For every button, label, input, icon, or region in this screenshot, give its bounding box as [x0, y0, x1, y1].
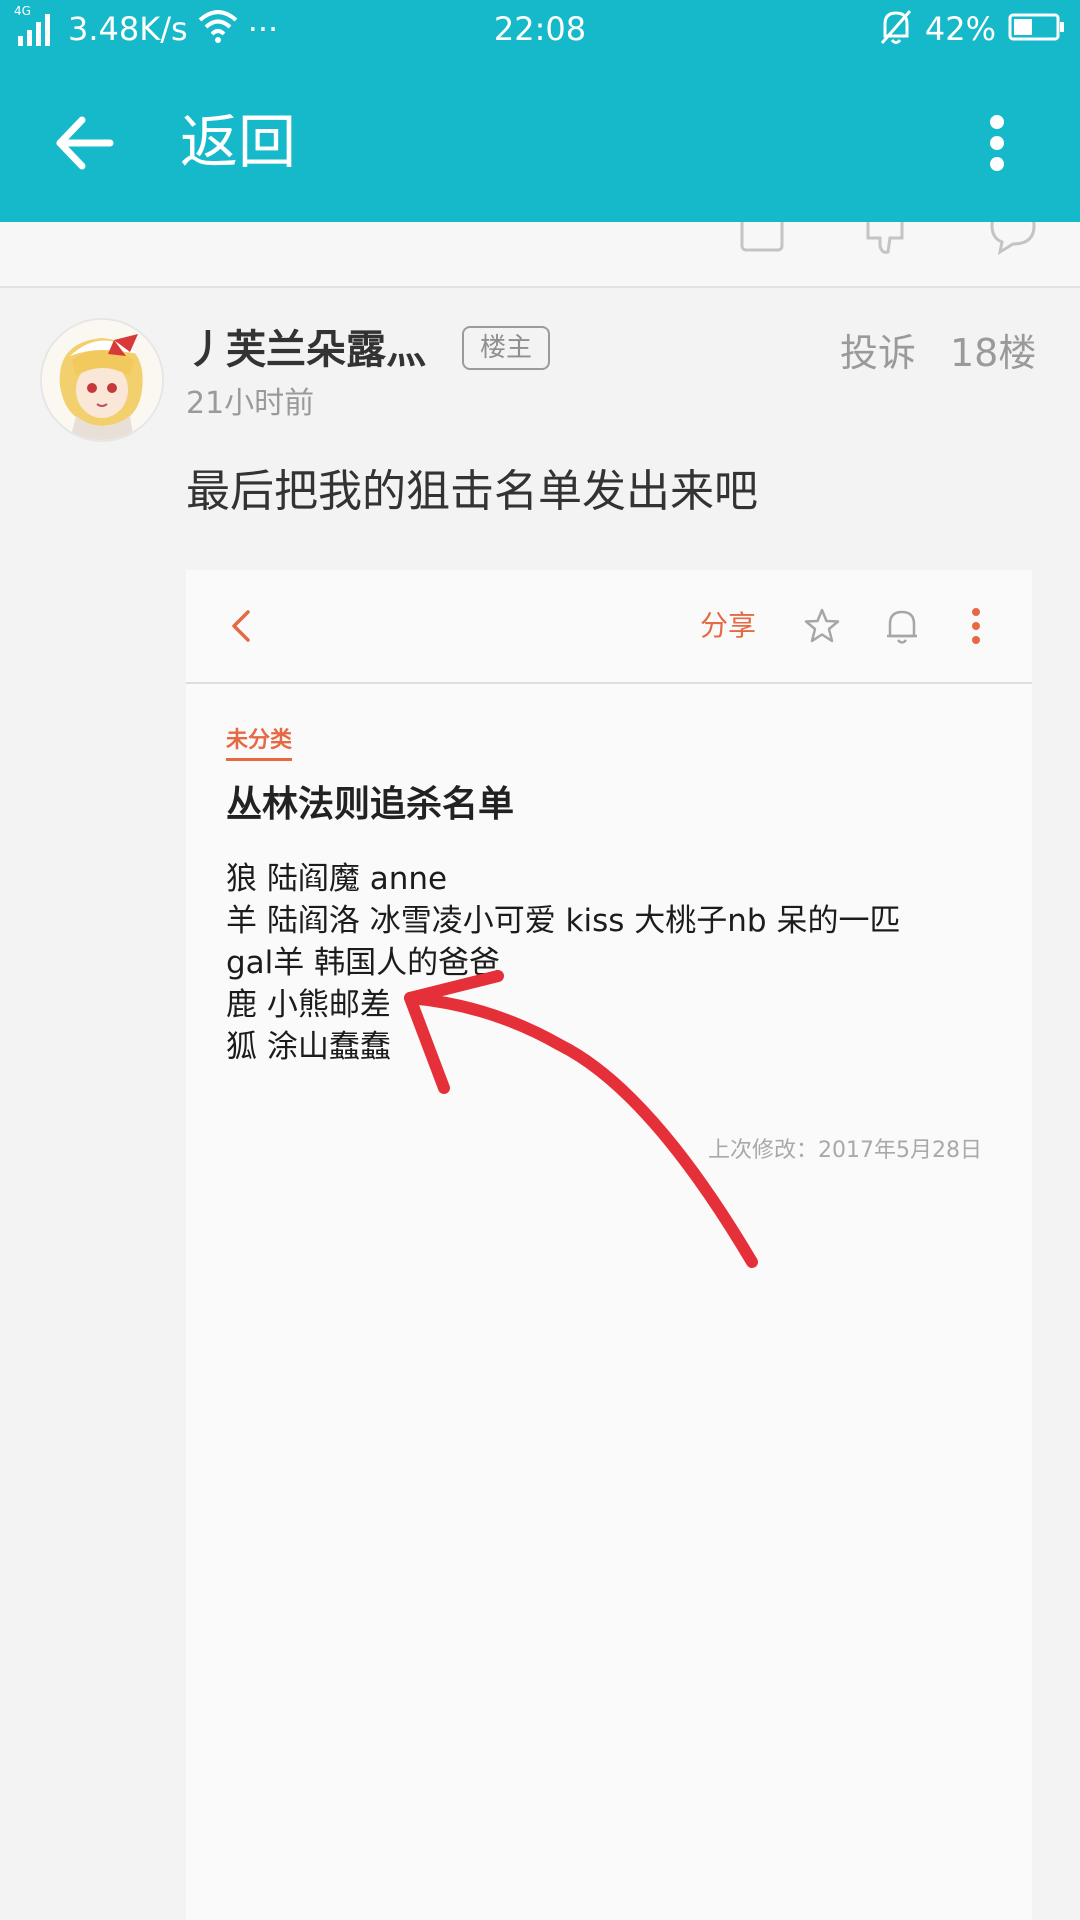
note-lines: 狼 陆阎魔 anne 羊 陆阎洛 冰雪凌小可爱 kiss 大桃子nb 呆的一匹 …: [226, 858, 900, 1068]
battery-percent: 42%: [924, 10, 996, 48]
avatar[interactable]: [40, 318, 164, 442]
note-line: 狼 陆阎魔 anne: [226, 861, 448, 897]
previous-floor-actions: [0, 222, 1080, 288]
anime-girl-avatar-image: [42, 320, 162, 440]
note-share-label: 分享: [700, 609, 757, 642]
post-content: 最后把我的狙击名单发出来吧: [186, 466, 758, 517]
star-icon: [804, 608, 840, 643]
note-last-modified: 上次修改：2017年5月28日: [708, 1138, 982, 1163]
note-line: 羊 陆阎洛 冰雪凌小可爱 kiss 大桃子nb 呆的一匹: [226, 903, 901, 939]
note-toolbar: 分享: [186, 570, 1032, 684]
page-title[interactable]: 返回: [180, 102, 296, 182]
status-bar: 4G 3.48K/s ··· 22:08 42%: [0, 0, 1080, 58]
mute-bell-icon: [879, 8, 913, 50]
post-floor: 丿芙兰朵露灬 楼主 投诉 18楼 21小时前 最后把我的狙击名单发出来吧 分享: [0, 288, 1080, 1920]
username[interactable]: 丿芙兰朵露灬: [186, 322, 426, 378]
status-right: 42%: [879, 8, 1066, 50]
note-title: 丛林法则追杀名单: [226, 784, 515, 825]
note-line: 狐 涂山蠢蠢: [226, 1029, 391, 1065]
note-category: 未分类: [226, 726, 293, 761]
thumbs-down-icon[interactable]: [862, 222, 912, 256]
post-timestamp: 21小时前: [186, 386, 315, 421]
more-button[interactable]: [970, 108, 1024, 178]
report-button[interactable]: 投诉: [840, 328, 916, 378]
chevron-left-icon: [232, 610, 250, 642]
arrow-left-icon: [56, 116, 114, 170]
comment-icon[interactable]: [988, 222, 1038, 256]
op-badge: 楼主: [462, 326, 550, 370]
app-bar: 返回: [0, 58, 1080, 222]
note-line: 鹿 小熊邮差: [226, 987, 391, 1023]
note-line: gal羊 韩国人的爸爸: [226, 945, 501, 981]
share-icon[interactable]: [738, 222, 788, 256]
more-vertical-icon: [972, 608, 980, 644]
battery-icon: [1008, 12, 1066, 46]
bell-icon: [887, 610, 917, 644]
more-vertical-icon: [990, 115, 1004, 171]
back-button[interactable]: [50, 108, 120, 178]
attached-screenshot[interactable]: 分享 未分类 丛林法则追杀名单 狼 陆阎魔 anne 羊 陆阎洛 冰雪凌小可爱 …: [186, 570, 1032, 1920]
floor-number: 18楼: [950, 331, 1037, 375]
